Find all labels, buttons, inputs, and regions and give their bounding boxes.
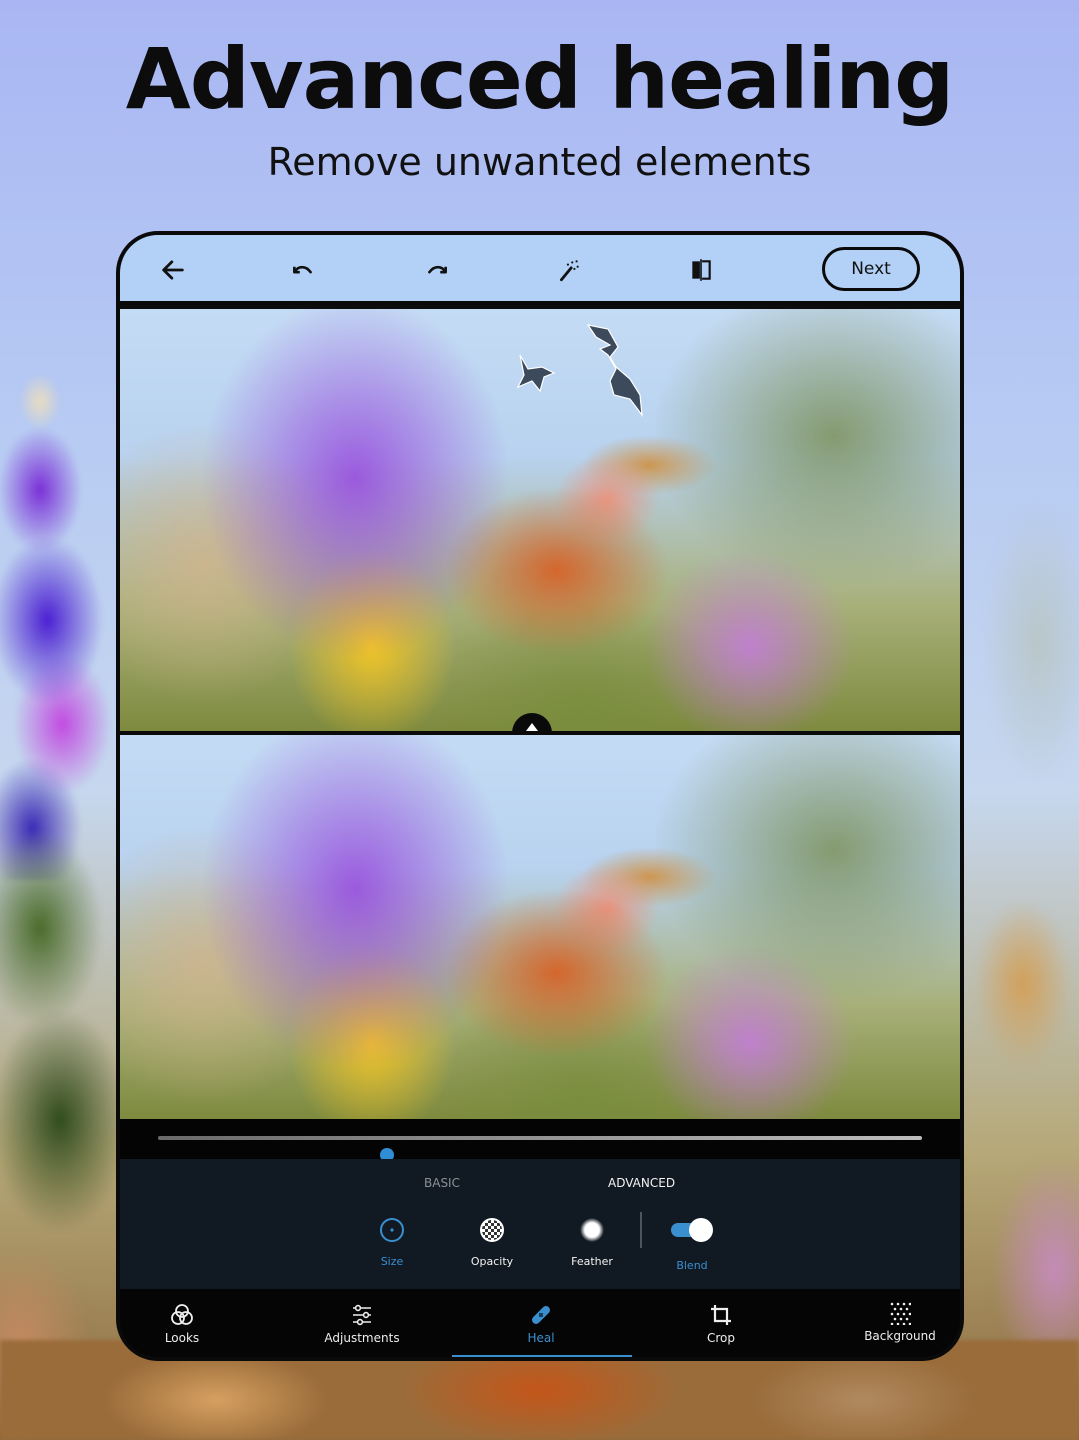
- nav-label: Adjustments: [324, 1331, 400, 1345]
- compare-button[interactable]: [684, 253, 718, 287]
- device-frame: Next BASIC ADVANCED Size Opacity Feather…: [116, 231, 964, 1361]
- looks-circles-icon: [171, 1304, 193, 1325]
- tool-label: Feather: [571, 1255, 613, 1268]
- undo-icon: [293, 265, 312, 274]
- tool-label: Blend: [676, 1259, 708, 1272]
- redo-icon: [428, 265, 447, 274]
- nav-heal[interactable]: Heal: [481, 1303, 601, 1345]
- nav-looks[interactable]: Looks: [122, 1303, 242, 1345]
- tool-divider: [640, 1212, 642, 1248]
- background-meadow: [959, 300, 1079, 1440]
- photo-after[interactable]: [120, 735, 960, 1119]
- brush-slider[interactable]: [120, 1119, 960, 1162]
- slider-track[interactable]: [158, 1136, 922, 1162]
- nav-label: Crop: [706, 1331, 735, 1345]
- background-dots-icon: [890, 1302, 911, 1325]
- nav-label: Heal: [527, 1331, 555, 1345]
- promo-headline: Advanced healing: [125, 30, 955, 128]
- top-toolbar: Next: [120, 235, 960, 305]
- crop-icon: [711, 1305, 731, 1325]
- bird-blemish-2: [586, 324, 643, 418]
- bottom-navigation: Looks Adjustments Heal Crop Background: [120, 1289, 960, 1357]
- bandage-icon: [532, 1306, 550, 1324]
- magic-wand-icon: [560, 260, 579, 282]
- active-tab-indicator: [452, 1355, 632, 1357]
- compare-before-after-icon: [692, 259, 711, 281]
- redo-button[interactable]: [420, 253, 454, 287]
- nav-background[interactable]: Background: [840, 1301, 960, 1343]
- nav-label: Background: [864, 1329, 936, 1343]
- circle-dot-icon: [380, 1218, 404, 1242]
- checker-circle-icon: [480, 1218, 504, 1242]
- nav-label: Looks: [164, 1331, 200, 1345]
- undo-button[interactable]: [286, 253, 320, 287]
- sliders-icon: [353, 1304, 371, 1326]
- tool-feather[interactable]: Feather: [552, 1215, 632, 1268]
- tool-opacity[interactable]: Opacity: [452, 1215, 532, 1268]
- bird-blemish-1: [516, 354, 556, 393]
- tool-size[interactable]: Size: [352, 1215, 432, 1268]
- tab-basic[interactable]: BASIC: [424, 1176, 460, 1190]
- soft-dot-icon: [580, 1218, 604, 1242]
- promo-subheadline: Remove unwanted elements: [267, 140, 812, 184]
- heal-tool-panel: BASIC ADVANCED Size Opacity Feather Blen…: [120, 1159, 960, 1289]
- nav-adjustments[interactable]: Adjustments: [302, 1303, 422, 1345]
- tool-blend-toggle[interactable]: Blend: [652, 1215, 732, 1272]
- next-button[interactable]: Next: [822, 247, 920, 291]
- tab-advanced[interactable]: ADVANCED: [608, 1176, 675, 1190]
- tool-label: Size: [380, 1255, 404, 1268]
- nav-crop[interactable]: Crop: [661, 1303, 781, 1345]
- back-button[interactable]: [156, 253, 190, 287]
- arrow-left-icon: [162, 260, 184, 280]
- toggle-switch-icon: [671, 1218, 713, 1242]
- photo-before[interactable]: [120, 309, 960, 731]
- tool-label: Opacity: [470, 1255, 514, 1268]
- auto-fix-button[interactable]: [552, 253, 586, 287]
